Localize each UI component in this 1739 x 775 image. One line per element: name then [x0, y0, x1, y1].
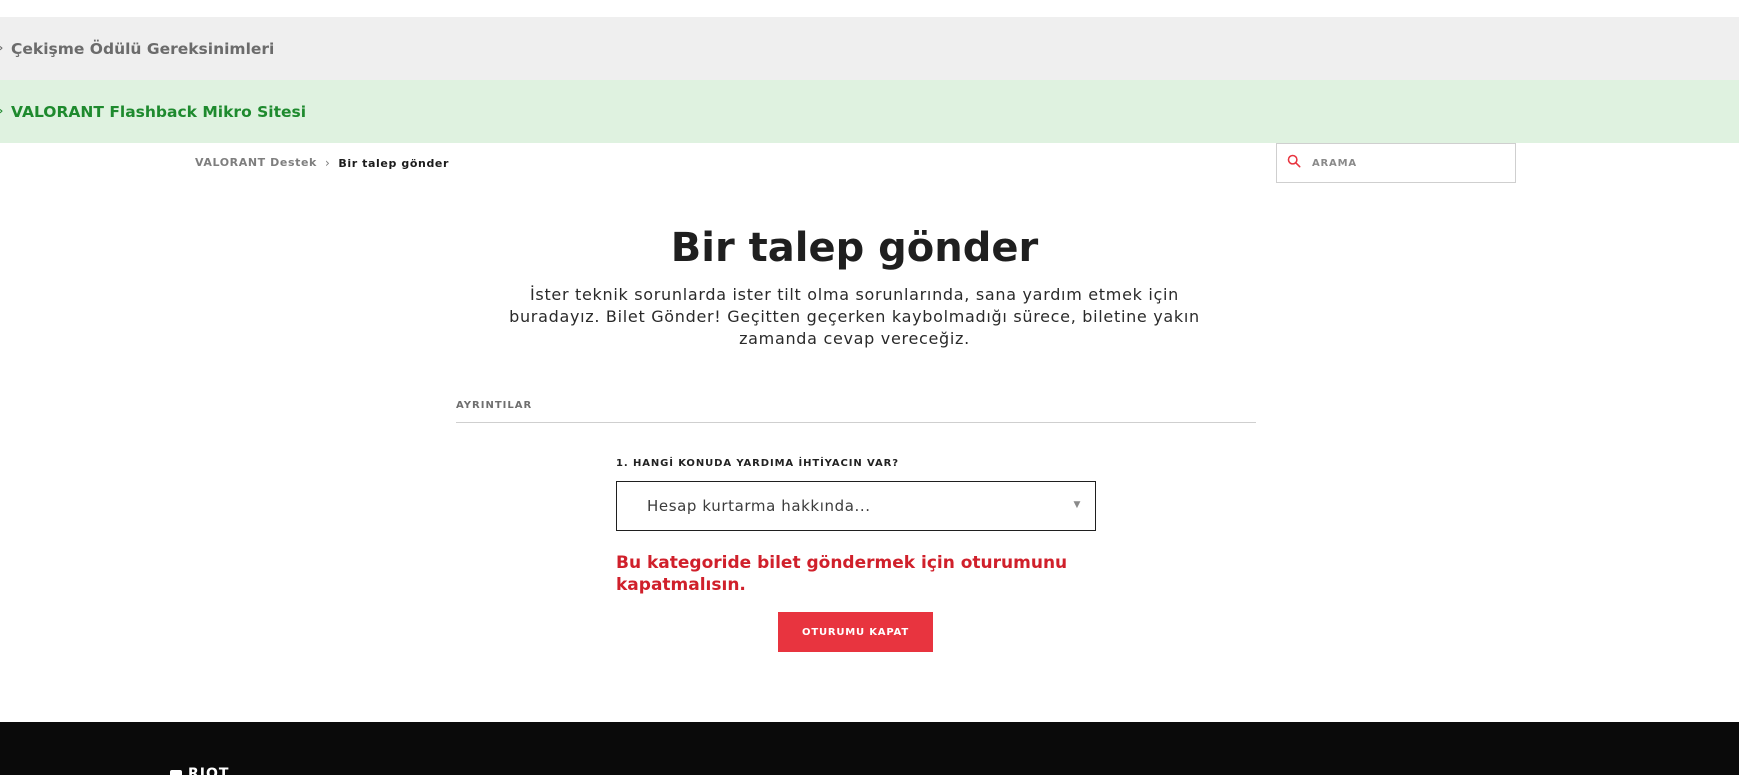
chevron-right-icon: ›	[0, 43, 3, 54]
banner-flashback-label[interactable]: VALORANT Flashback Mikro Sitesi	[11, 103, 306, 121]
search-icon[interactable]	[1287, 154, 1301, 173]
breadcrumb-current: Bir talep gönder	[338, 157, 450, 170]
logout-button[interactable]: OTURUMU KAPAT	[778, 612, 933, 652]
breadcrumb: VALORANT Destek › Bir talep gönder	[195, 155, 450, 171]
page-subtitle: İster teknik sorunlarda ister tilt olma …	[509, 285, 1200, 348]
section-divider	[456, 422, 1256, 423]
caret-down-icon: ▼	[1073, 500, 1081, 510]
riot-logo[interactable]: RIOT	[170, 766, 229, 775]
page: › Çekişme Ödülü Gereksinimleri › VALORAN…	[0, 0, 1739, 775]
riot-fist-icon	[170, 770, 182, 775]
banner-requirements-label[interactable]: Çekişme Ödülü Gereksinimleri	[11, 40, 274, 58]
help-topic-selected-value: Hesap kurtarma hakkında...	[647, 497, 871, 515]
riot-logo-text: RIOT	[188, 766, 230, 775]
banner-flashback[interactable]: › VALORANT Flashback Mikro Sitesi	[0, 80, 1739, 143]
search-input[interactable]	[1312, 157, 1502, 169]
banner-requirements[interactable]: › Çekişme Ödülü Gereksinimleri	[0, 17, 1739, 80]
error-message: Bu kategoride bilet göndermek için oturu…	[616, 553, 1068, 595]
chevron-right-icon: ›	[0, 106, 3, 117]
search-box[interactable]	[1276, 143, 1516, 183]
page-title: Bir talep gönder	[670, 225, 1039, 271]
breadcrumb-home-link[interactable]: VALORANT Destek	[195, 156, 317, 169]
question-label: 1. HANGİ KONUDA YARDIMA İHTİYACIN VAR?	[616, 458, 899, 469]
breadcrumb-separator: ›	[324, 155, 331, 170]
top-strip	[0, 0, 1739, 17]
footer: RIOT	[0, 722, 1739, 775]
help-topic-select[interactable]: Hesap kurtarma hakkında... ▼	[616, 481, 1096, 531]
section-label-details: AYRINTILAR	[456, 400, 533, 411]
